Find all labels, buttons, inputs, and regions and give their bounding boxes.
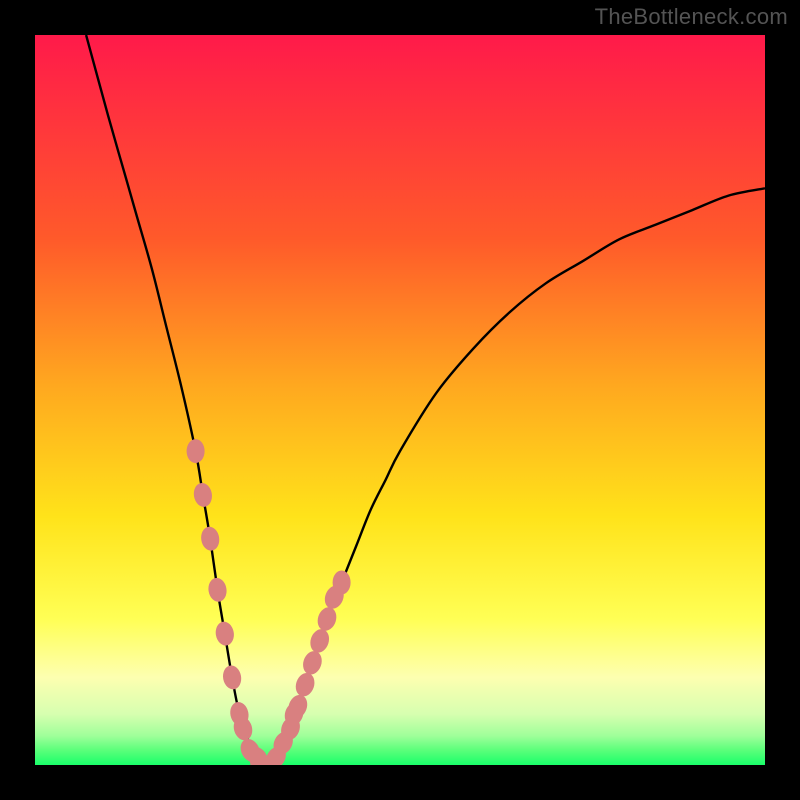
marker-dot (187, 439, 205, 463)
watermark-text: TheBottleneck.com (595, 4, 788, 30)
marker-dot (333, 571, 351, 595)
plot-area (35, 35, 765, 765)
chart-stage: TheBottleneck.com (0, 0, 800, 800)
gradient-background (35, 35, 765, 765)
chart-svg (35, 35, 765, 765)
